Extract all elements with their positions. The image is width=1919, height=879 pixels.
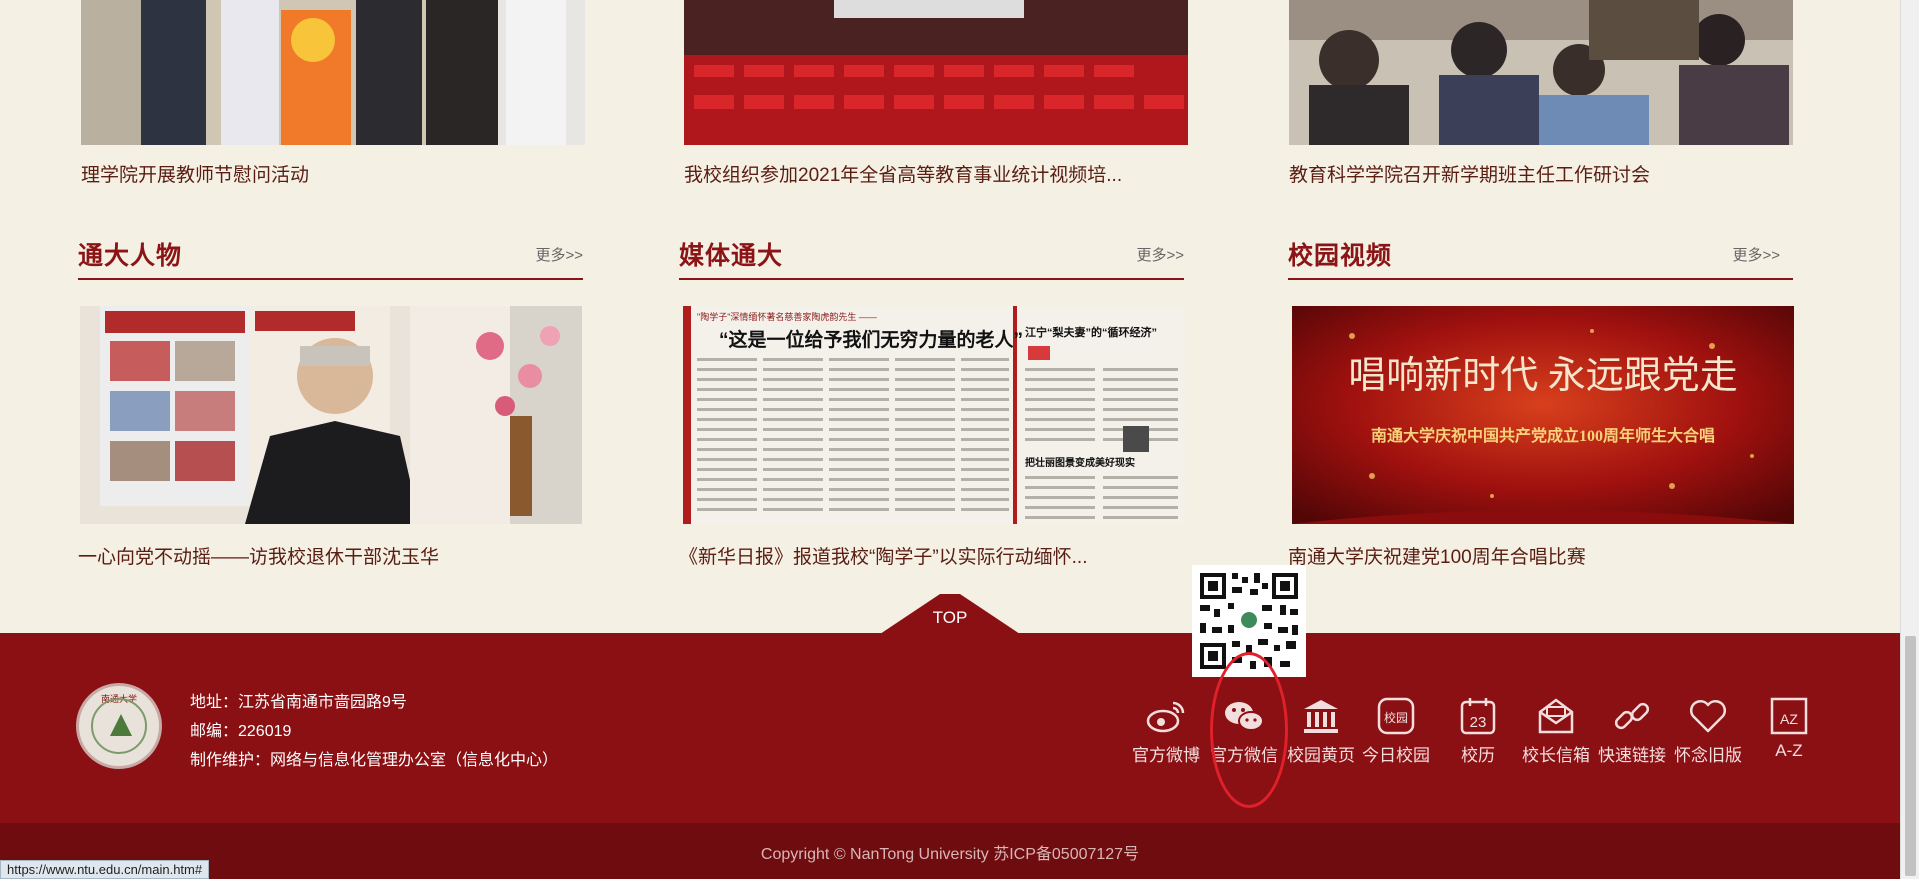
news-image[interactable]: [684, 0, 1188, 145]
section-people: 通大人物 更多>> 一心向党不动摇——访我校退休干部沈玉华: [78, 230, 583, 568]
link-quick-links[interactable]: 快速链接: [1594, 695, 1670, 766]
link-label[interactable]: 校园黄页: [1283, 741, 1359, 766]
copyright-text: Copyright © NanTong University 苏ICP备0500…: [760, 846, 1140, 863]
tree-icon: [110, 714, 132, 736]
news-title[interactable]: 理学院开展教师节慰问活动: [81, 160, 309, 187]
campus-glyph: 校园: [1384, 710, 1408, 725]
news-image[interactable]: [1289, 0, 1793, 145]
section-title[interactable]: 媒体通大: [679, 236, 783, 272]
more-link[interactable]: 更多>>: [1732, 244, 1780, 265]
calendar-icon: 23: [1460, 698, 1496, 735]
calendar-day: 23: [1470, 714, 1487, 731]
link-calendar[interactable]: 23 校历: [1440, 695, 1516, 766]
back-to-top-button[interactable]: TOP: [880, 594, 1020, 634]
building-icon: [1304, 700, 1338, 733]
status-bar-url: https://www.ntu.edu.cn/main.htm#: [0, 860, 210, 879]
section-title[interactable]: 通大人物: [78, 236, 182, 272]
vertical-scrollbar[interactable]: [1900, 0, 1919, 879]
section-media: 媒体通大 更多>> "陶学子"深情缅怀著名慈善家陶虎韵先生 —— “这是一位给予…: [679, 230, 1185, 568]
link-today-campus[interactable]: 校园 今日校园: [1358, 695, 1434, 766]
section-header: 通大人物 更多>>: [78, 230, 583, 280]
video-title-sub: 南通大学庆祝中国共产党成立100周年师生大合唱: [1371, 426, 1715, 445]
section-caption[interactable]: 南通大学庆祝建党100周年合唱比赛: [1288, 542, 1586, 569]
video-image[interactable]: 唱响新时代 永远跟党走 南通大学庆祝中国共产党成立100周年师生大合唱: [1292, 306, 1794, 524]
video-title-main: 唱响新时代 永远跟党走: [1348, 355, 1738, 397]
link-label[interactable]: 官方微博: [1128, 741, 1204, 766]
news-title[interactable]: 教育科学学院召开新学期班主任工作研讨会: [1289, 160, 1650, 187]
section-header: 校园视频 更多>>: [1288, 230, 1793, 280]
section-title[interactable]: 校园视频: [1288, 236, 1392, 272]
media-sub-headline: 把壮丽图景变成美好现实: [1025, 456, 1135, 469]
highlight-circle: [1210, 652, 1288, 808]
media-headline-main: “这是一位给予我们无穷力量的老人”: [719, 328, 1023, 351]
footer-maintainer: 制作维护：网络与信息化管理办公室（信息化中心）: [190, 752, 559, 769]
link-label[interactable]: 快速链接: [1594, 741, 1670, 766]
people-image[interactable]: [80, 306, 582, 524]
section-caption[interactable]: 《新华日报》报道我校“陶学子”以实际行动缅怀...: [679, 542, 1088, 569]
heart-icon: [1690, 700, 1726, 733]
link-president-mailbox[interactable]: 校长信箱: [1518, 695, 1594, 766]
logo-emblem: [91, 698, 147, 754]
weibo-icon: [1146, 701, 1185, 733]
media-headline-top: "陶学子"深情缅怀著名慈善家陶虎韵先生 ——: [697, 311, 877, 322]
more-link[interactable]: 更多>>: [1136, 244, 1184, 265]
more-link[interactable]: 更多>>: [535, 244, 583, 265]
top-label[interactable]: TOP: [880, 608, 1020, 628]
link-a-z[interactable]: AZ A-Z: [1751, 695, 1827, 761]
university-logo: 南通大学: [76, 683, 162, 769]
scrollbar-thumb[interactable]: [1905, 636, 1916, 876]
top-news-row: 理学院开展教师节慰问活动 我校组织参加2021年全省高等教育事业统计视频培...: [0, 0, 1919, 200]
az-icon: AZ: [1770, 697, 1808, 735]
az-glyph: AZ: [1780, 711, 1798, 727]
copyright-bar: Copyright © NanTong University 苏ICP备0500…: [0, 823, 1900, 879]
media-side-headline: 江宁“梨夫妻”的“循环经济”: [1025, 325, 1157, 339]
link-icon: [1614, 702, 1650, 730]
footer-postcode: 邮编：226019: [190, 723, 292, 740]
link-yellow-pages[interactable]: 校园黄页: [1283, 695, 1359, 766]
section-video: 校园视频 更多>> 唱响新时代 永远跟党走 南通大学庆祝中国共产党成立100周年…: [1288, 230, 1794, 568]
link-label[interactable]: A-Z: [1751, 741, 1827, 761]
media-image[interactable]: "陶学子"深情缅怀著名慈善家陶虎韵先生 —— “这是一位给予我们无穷力量的老人”: [683, 306, 1185, 524]
link-label[interactable]: 今日校园: [1358, 741, 1434, 766]
footer-address: 地址：江苏省南通市啬园路9号: [190, 694, 407, 711]
link-weibo[interactable]: 官方微博: [1128, 695, 1204, 766]
link-label[interactable]: 校长信箱: [1518, 741, 1594, 766]
campus-app-icon: 校园: [1377, 697, 1415, 735]
section-header: 媒体通大 更多>>: [679, 230, 1184, 280]
mail-icon: [1538, 698, 1574, 734]
news-title[interactable]: 我校组织参加2021年全省高等教育事业统计视频培...: [684, 160, 1122, 187]
section-caption[interactable]: 一心向党不动摇——访我校退休干部沈玉华: [78, 542, 439, 569]
link-label[interactable]: 校历: [1440, 741, 1516, 766]
news-image[interactable]: [81, 0, 585, 145]
link-label[interactable]: 怀念旧版: [1670, 741, 1746, 766]
link-old-version[interactable]: 怀念旧版: [1670, 695, 1746, 766]
